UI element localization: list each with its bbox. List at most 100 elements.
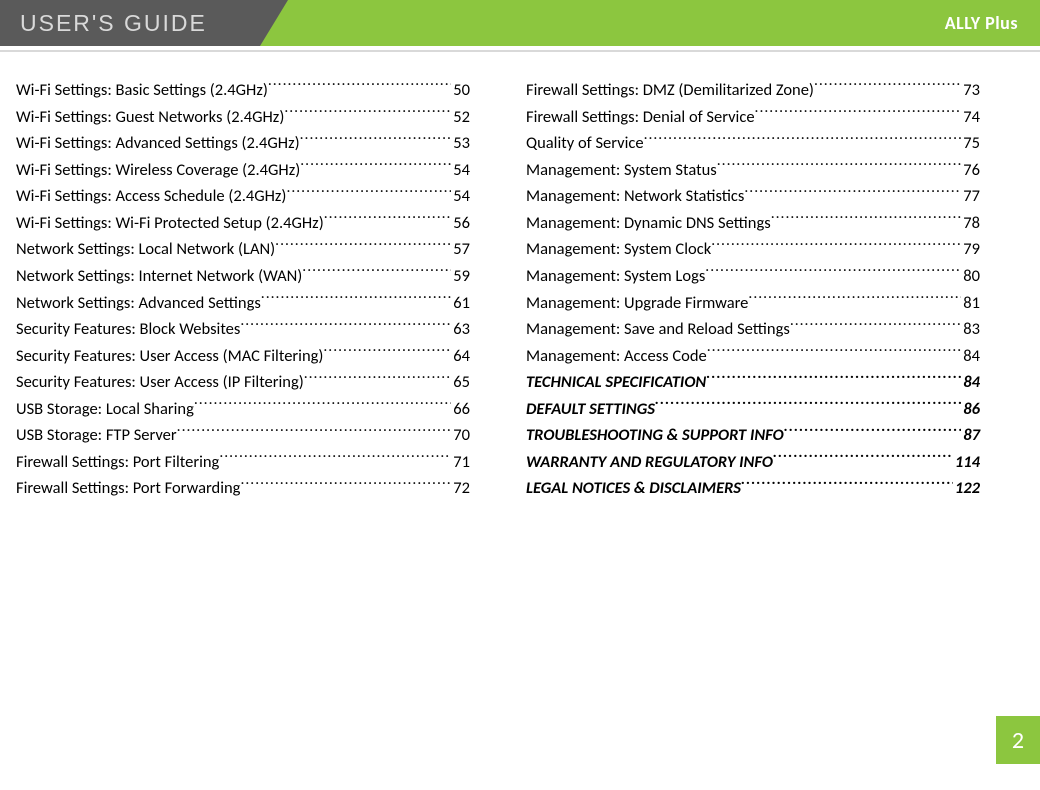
toc-row: Firewall Settings: Port Forwarding72 xyxy=(16,476,470,502)
toc-page-number: 57 xyxy=(451,237,470,263)
toc-leader-dots xyxy=(300,158,451,175)
page-root: USER'S GUIDE ALLY Plus Wi-Fi Settings: B… xyxy=(0,0,1040,790)
toc-leader-dots xyxy=(240,318,451,335)
toc-row: USB Storage: FTP Server70 xyxy=(16,423,470,449)
toc-row: Management: System Logs 80 xyxy=(526,264,980,290)
toc-page-number: 72 xyxy=(451,476,470,502)
toc-row: Security Features: User Access (MAC Filt… xyxy=(16,344,470,370)
toc-title: USB Storage: FTP Server xyxy=(16,423,177,449)
toc-page-number: 78 xyxy=(961,211,980,237)
toc-title: Security Features: Block Websites xyxy=(16,317,240,343)
toc-row: Wi-Fi Settings: Advanced Settings (2.4GH… xyxy=(16,131,470,157)
toc-title: Management: Network Statistics xyxy=(526,184,744,210)
toc-title: Firewall Settings: Port Filtering xyxy=(16,450,219,476)
toc-page-number: 52 xyxy=(451,105,470,131)
toc-row: USB Storage: Local Sharing66 xyxy=(16,397,470,423)
toc-leader-dots xyxy=(644,132,962,149)
toc-row: Network Settings: Local Network (LAN) 57 xyxy=(16,237,470,263)
toc-row: Management: Save and Reload Settings83 xyxy=(526,317,980,343)
toc-title: USB Storage: Local Sharing xyxy=(16,397,194,423)
toc-row: Network Settings: Internet Network (WAN)… xyxy=(16,264,470,290)
toc-leader-dots xyxy=(655,397,961,414)
toc-title: Firewall Settings: DMZ (Demilitarized Zo… xyxy=(526,78,814,104)
page-number: 2 xyxy=(1012,726,1024,755)
toc-row: Quality of Service 75 xyxy=(526,131,980,157)
toc-leader-dots xyxy=(194,397,451,414)
header-product-name: ALLY Plus xyxy=(945,0,1018,46)
toc-row: Firewall Settings: DMZ (Demilitarized Zo… xyxy=(526,78,980,104)
toc-title: TECHNICAL SPECIFICATION xyxy=(526,370,706,396)
toc-leader-dots xyxy=(784,424,962,441)
toc-title: Management: Upgrade Firmware xyxy=(526,291,748,317)
toc-row: TECHNICAL SPECIFICATION84 xyxy=(526,370,980,396)
toc-page-number: 65 xyxy=(451,370,470,396)
toc-leader-dots xyxy=(219,450,451,467)
toc-title: WARRANTY AND REGULATORY INFO xyxy=(526,450,773,476)
toc-leader-dots xyxy=(814,79,961,96)
toc-title: Security Features: User Access (IP Filte… xyxy=(16,370,304,396)
toc-title: Firewall Settings: Denial of Service xyxy=(526,105,755,131)
toc-page-number: 71 xyxy=(451,450,470,476)
toc-row: Firewall Settings: Port Filtering 71 xyxy=(16,450,470,476)
toc-page-number: 87 xyxy=(961,423,980,449)
page-header: USER'S GUIDE ALLY Plus xyxy=(0,0,1040,46)
toc-row: Network Settings: Advanced Settings61 xyxy=(16,291,470,317)
toc-row: TROUBLESHOOTING & SUPPORT INFO87 xyxy=(526,423,980,449)
toc-title: Wi-Fi Settings: Wi-Fi Protected Setup (2… xyxy=(16,211,324,237)
header-title: USER'S GUIDE xyxy=(20,0,207,46)
toc-row: Management: Upgrade Firmware 81 xyxy=(526,291,980,317)
toc-leader-dots xyxy=(261,291,451,308)
toc-page-number: 75 xyxy=(961,131,980,157)
toc-leader-dots xyxy=(286,185,451,202)
toc-leader-dots xyxy=(323,344,451,361)
toc-row: Firewall Settings: Denial of Service74 xyxy=(526,105,980,131)
toc-title: Network Settings: Internet Network (WAN) xyxy=(16,264,302,290)
toc-leader-dots xyxy=(707,344,962,361)
toc-row: Security Features: Block Websites 63 xyxy=(16,317,470,343)
toc-page-number: 76 xyxy=(961,158,980,184)
toc-title: Security Features: User Access (MAC Filt… xyxy=(16,344,323,370)
toc-page-number: 86 xyxy=(961,397,980,423)
toc-page-number: 54 xyxy=(451,184,470,210)
toc-page-number: 80 xyxy=(961,264,980,290)
toc-leader-dots xyxy=(275,238,451,255)
toc-leader-dots xyxy=(268,79,451,96)
toc-title: Management: Dynamic DNS Settings xyxy=(526,211,771,237)
toc-row: Management: System Status76 xyxy=(526,158,980,184)
toc-leader-dots xyxy=(771,211,962,228)
toc-leader-dots xyxy=(744,185,961,202)
toc-page-number: 63 xyxy=(451,317,470,343)
toc-title: Management: Save and Reload Settings xyxy=(526,317,790,343)
toc-row: DEFAULT SETTINGS86 xyxy=(526,397,980,423)
header-divider xyxy=(0,50,1040,52)
toc-leader-dots xyxy=(300,132,452,149)
toc-title: Network Settings: Local Network (LAN) xyxy=(16,237,275,263)
toc-page-number: 53 xyxy=(451,131,470,157)
toc-page-number: 59 xyxy=(451,264,470,290)
toc-row: Management: Network Statistics 77 xyxy=(526,184,980,210)
toc-leader-dots xyxy=(790,318,961,335)
header-diagonal-cut xyxy=(260,0,288,46)
toc-row: Wi-Fi Settings: Basic Settings (2.4GHz)5… xyxy=(16,78,470,104)
toc-page-number: 56 xyxy=(451,211,470,237)
toc-leader-dots xyxy=(304,371,452,388)
toc-title: Quality of Service xyxy=(526,131,644,157)
toc-leader-dots xyxy=(240,477,451,494)
toc-page-number: 64 xyxy=(451,344,470,370)
toc-row: Wi-Fi Settings: Access Schedule (2.4GHz)… xyxy=(16,184,470,210)
toc-page-number: 84 xyxy=(961,344,980,370)
toc-page-number: 77 xyxy=(961,184,980,210)
toc-leader-dots xyxy=(705,264,961,281)
toc-row: WARRANTY AND REGULATORY INFO114 xyxy=(526,450,980,476)
toc-page-number: 73 xyxy=(961,78,980,104)
toc-row: Management: Access Code84 xyxy=(526,344,980,370)
toc-row: Management: Dynamic DNS Settings 78 xyxy=(526,211,980,237)
toc-title: Wi-Fi Settings: Guest Networks (2.4GHz) xyxy=(16,105,284,131)
toc-content: Wi-Fi Settings: Basic Settings (2.4GHz)5… xyxy=(16,78,980,503)
toc-leader-dots xyxy=(717,158,962,175)
toc-column-right: Firewall Settings: DMZ (Demilitarized Zo… xyxy=(526,78,980,503)
toc-title: Management: System Logs xyxy=(526,264,705,290)
toc-row: Wi-Fi Settings: Wi-Fi Protected Setup (2… xyxy=(16,211,470,237)
toc-row: Security Features: User Access (IP Filte… xyxy=(16,370,470,396)
toc-page-number: 81 xyxy=(961,291,980,317)
